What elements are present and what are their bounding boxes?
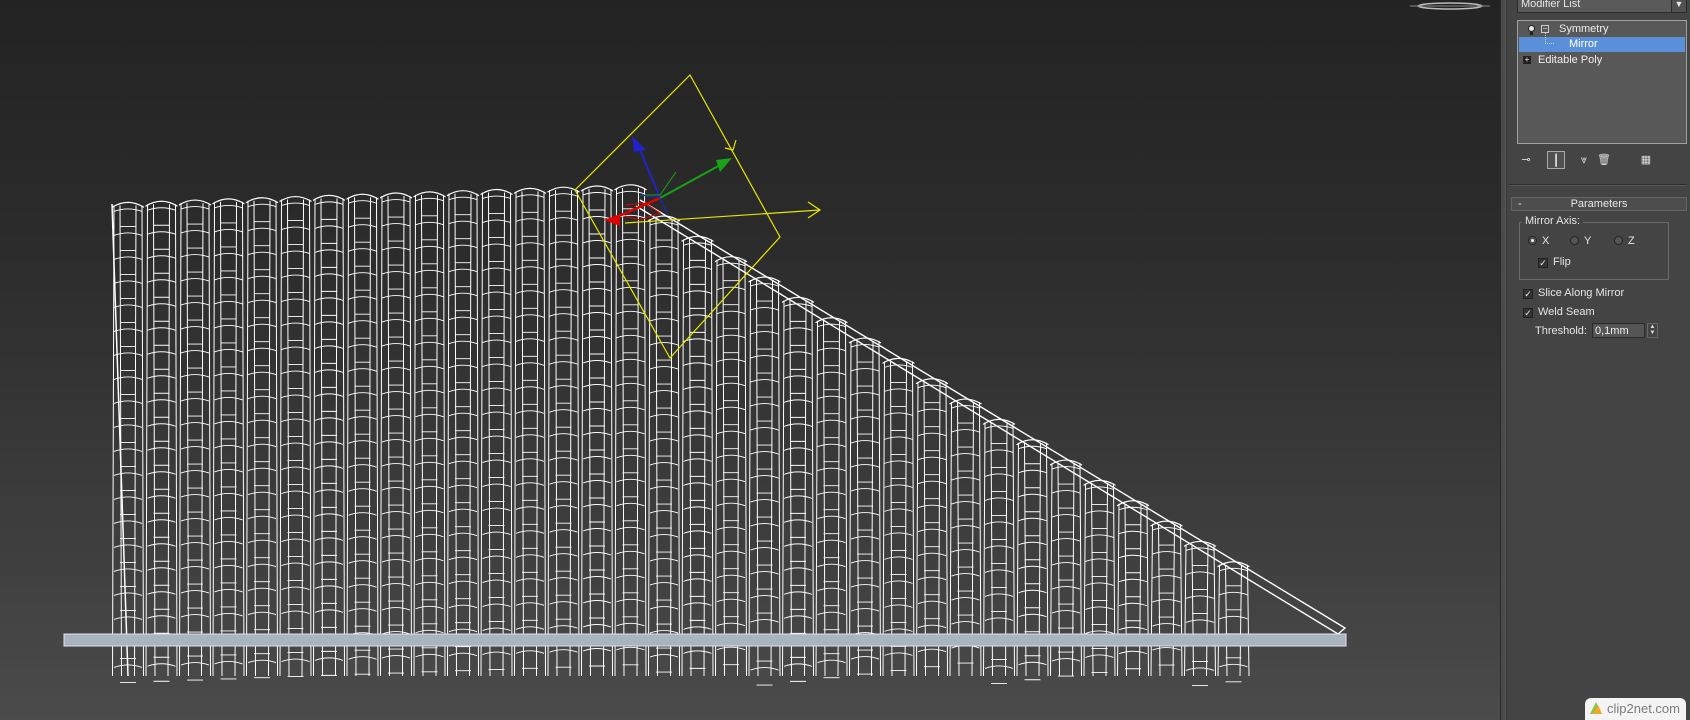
tile-column	[848, 337, 882, 677]
modifier-list-label: Modifier List	[1521, 0, 1581, 10]
tile-column	[446, 190, 480, 677]
tile-column	[1183, 540, 1217, 686]
tile-column	[513, 187, 547, 677]
tree-connector	[1545, 33, 1554, 44]
tile-column	[346, 193, 379, 677]
pin-stack-icon[interactable]: ⊸	[1517, 151, 1535, 169]
chevron-down-icon[interactable]: ▼	[1671, 0, 1686, 12]
tile-column	[145, 200, 178, 682]
axis-x-radio[interactable]: X	[1528, 235, 1549, 247]
tile-column	[245, 197, 279, 679]
tile-column	[781, 296, 815, 682]
ground-plane-bar[interactable]	[63, 633, 1347, 647]
tile-column	[614, 184, 647, 677]
stack-toolbar: ⊸ ┃ ⩔ 🗑 ▦	[1517, 151, 1687, 171]
tile-column	[480, 188, 513, 677]
tile-column	[312, 194, 346, 677]
show-end-result-icon[interactable]: ┃	[1547, 151, 1565, 169]
tile-column	[815, 317, 848, 679]
tile-column	[178, 199, 212, 681]
watermark-text: clip2net.com	[1607, 701, 1680, 716]
threshold-spinner[interactable]: ▲ ▼	[1647, 323, 1658, 338]
weld-label: Weld Seam	[1538, 306, 1595, 318]
panel-separator	[1509, 184, 1687, 186]
axis-y-label: Y	[1584, 235, 1592, 247]
tile-column	[1116, 500, 1150, 677]
mirror-axis-label: Mirror Axis:	[1522, 215, 1583, 227]
tile-column	[212, 198, 245, 680]
modify-command-panel: Modifier List ▼ − Symmetry Mirror + Edit…	[1506, 0, 1690, 720]
rollout-title: Parameters	[1570, 198, 1628, 210]
threshold-field[interactable]	[1592, 323, 1645, 338]
transform-gizmo[interactable]	[604, 136, 732, 226]
tile-column	[915, 378, 949, 677]
roof-tile-mesh[interactable]	[111, 184, 1347, 686]
slice-along-mirror-checkbox[interactable]: ✓ Slice Along Mirror	[1523, 287, 1624, 299]
tile-column	[547, 186, 580, 677]
tile-column	[681, 235, 714, 677]
checkmark-icon: ✓	[1523, 308, 1533, 318]
tile-column	[882, 357, 915, 677]
axis-x-label: X	[1542, 235, 1550, 247]
clip2net-logo-icon	[1590, 702, 1603, 714]
stack-item-editable-poly[interactable]: + Editable Poly	[1519, 53, 1685, 68]
modifier-stack[interactable]: − Symmetry Mirror + Editable Poly	[1517, 20, 1687, 144]
flip-checkbox[interactable]: ✓ Flip	[1538, 256, 1571, 268]
make-unique-icon[interactable]: ⩔	[1575, 151, 1593, 169]
slice-label: Slice Along Mirror	[1538, 287, 1625, 299]
tile-column	[279, 195, 312, 678]
remove-modifier-icon[interactable]: 🗑	[1595, 151, 1613, 169]
radio-selected-icon	[1528, 236, 1537, 245]
axis-z-label: Z	[1628, 235, 1635, 247]
tile-column	[748, 276, 781, 686]
stack-item-label: Editable Poly	[1538, 54, 1603, 66]
checkmark-icon: ✓	[1523, 289, 1533, 299]
rollout-collapse-icon[interactable]: -	[1518, 198, 1522, 210]
tile-column	[1083, 479, 1116, 677]
threshold-label: Threshold:	[1535, 325, 1587, 337]
tile-column	[647, 215, 681, 677]
tile-column	[111, 201, 145, 683]
tile-column	[1150, 520, 1183, 677]
stack-item-symmetry[interactable]: − Symmetry	[1519, 22, 1685, 37]
configure-modifier-sets-icon[interactable]: ▦	[1637, 151, 1655, 169]
viewcube-base[interactable]	[1410, 2, 1490, 10]
lightbulb-icon[interactable]	[1528, 25, 1535, 35]
weld-seam-checkbox[interactable]: ✓ Weld Seam	[1523, 306, 1595, 318]
tile-column	[714, 256, 748, 677]
tile-column	[580, 185, 614, 677]
perspective-viewport[interactable]	[0, 0, 1500, 720]
stack-item-mirror[interactable]: Mirror	[1519, 33, 1685, 52]
clip2net-watermark: clip2net.com	[1585, 698, 1686, 720]
expand-icon[interactable]: +	[1523, 56, 1531, 64]
wireframe-scene[interactable]	[0, 0, 1500, 720]
stack-item-label: Symmetry	[1559, 23, 1609, 35]
tile-column	[413, 191, 446, 677]
tile-column	[1217, 561, 1250, 683]
axis-y-radio[interactable]: Y	[1570, 235, 1591, 247]
axis-z-radio[interactable]: Z	[1614, 235, 1635, 247]
mirror-axis-group: Mirror Axis: X Y Z ✓ Flip	[1519, 215, 1669, 280]
collapse-icon[interactable]: −	[1541, 25, 1549, 33]
modifier-list-dropdown[interactable]: Modifier List ▼	[1517, 0, 1687, 13]
stack-item-label: Mirror	[1569, 38, 1598, 50]
tile-column	[379, 192, 413, 677]
radio-icon	[1570, 236, 1579, 245]
flip-label: Flip	[1553, 256, 1571, 268]
parameters-rollout-header[interactable]: - Parameters	[1511, 197, 1687, 211]
checkmark-icon: ✓	[1538, 258, 1548, 268]
radio-icon	[1614, 236, 1623, 245]
